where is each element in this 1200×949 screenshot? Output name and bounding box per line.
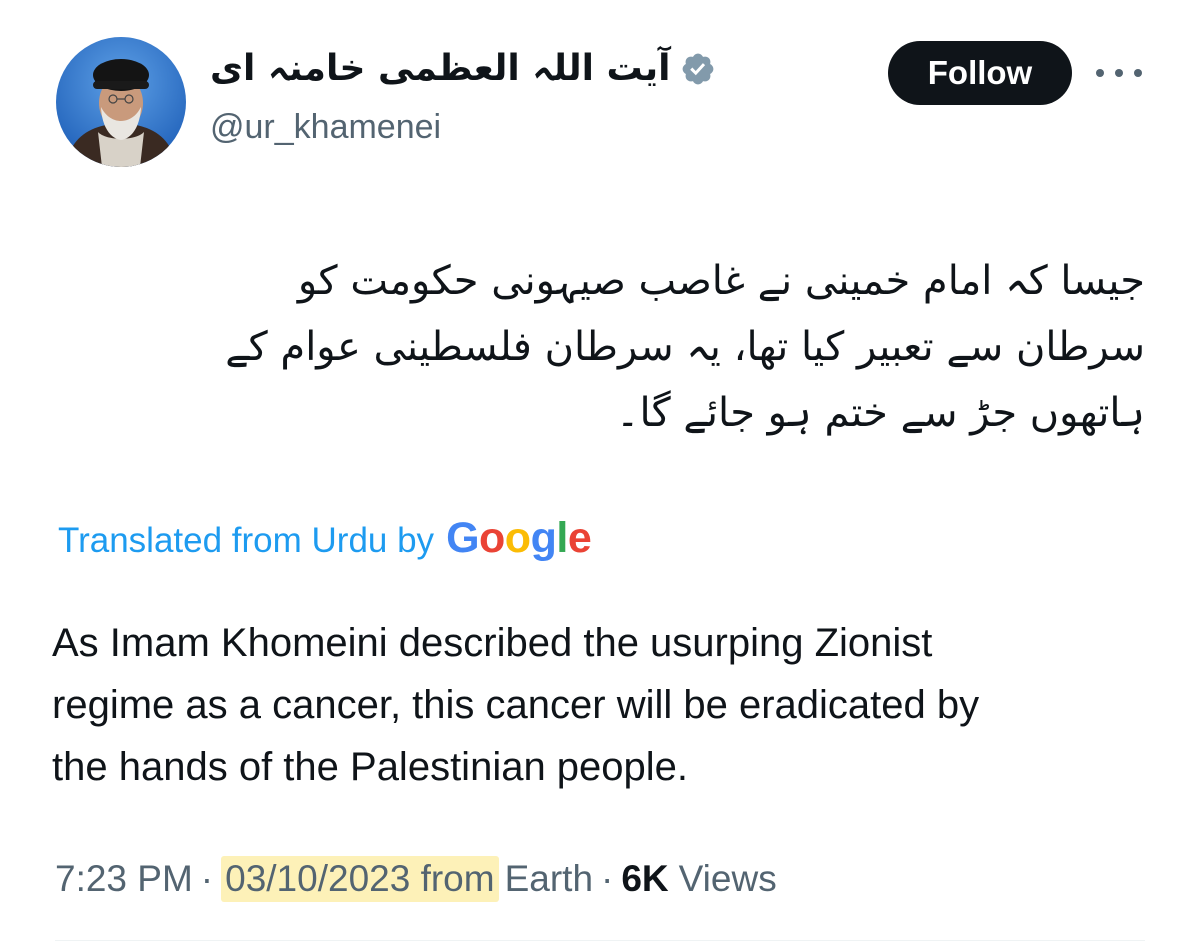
author-name-row[interactable]: آیت اللہ العظمی خامنہ ای bbox=[210, 48, 716, 89]
google-logo: Google bbox=[446, 514, 592, 562]
tweet-translated-text: As Imam Khomeini described the usurping … bbox=[52, 612, 1162, 798]
english-line: As Imam Khomeini described the usurping … bbox=[52, 621, 933, 665]
divider bbox=[55, 940, 1145, 941]
views-count[interactable]: 6K bbox=[621, 858, 668, 900]
author-display-name[interactable]: آیت اللہ العظمی خامنہ ای bbox=[210, 48, 670, 89]
verified-badge-icon bbox=[683, 53, 714, 84]
follow-button[interactable]: Follow bbox=[888, 41, 1072, 105]
author-handle[interactable]: @ur_khamenei bbox=[210, 108, 441, 147]
english-line: regime as a cancer, this cancer will be … bbox=[52, 683, 980, 727]
profile-photo bbox=[56, 37, 186, 167]
separator: · bbox=[200, 858, 214, 899]
tweet-original-text: جیسا کہ امام خمینی نے غاصب صیہونی حکومت … bbox=[55, 248, 1145, 446]
more-horizontal-icon[interactable] bbox=[1096, 64, 1142, 82]
tweet-date[interactable]: 03/10/2023 from bbox=[221, 856, 499, 902]
urdu-line: جیسا کہ امام خمینی نے غاصب صیہونی حکومت … bbox=[297, 258, 1145, 304]
english-line: the hands of the Palestinian people. bbox=[52, 745, 689, 789]
separator: · bbox=[601, 858, 614, 899]
translated-from-label[interactable]: Translated from Urdu by bbox=[58, 521, 434, 561]
urdu-line: ہاتھوں جڑ سے ختم ہو جائے گا۔ bbox=[616, 390, 1145, 436]
views-label: Views bbox=[678, 858, 777, 899]
dot bbox=[1096, 69, 1104, 77]
avatar[interactable] bbox=[56, 37, 186, 167]
tweet-location: Earth bbox=[504, 858, 594, 899]
tweet-meta: 7:23 PM · 03/10/2023 from Earth · 6K Vie… bbox=[55, 856, 777, 902]
urdu-line: سرطان سے تعبیر کیا تھا، یہ سرطان فلسطینی… bbox=[225, 324, 1145, 370]
dot bbox=[1134, 69, 1142, 77]
translation-attribution[interactable]: Translated from Urdu by Google bbox=[58, 514, 592, 563]
tweet-time[interactable]: 7:23 PM bbox=[55, 858, 193, 900]
dot bbox=[1115, 69, 1123, 77]
